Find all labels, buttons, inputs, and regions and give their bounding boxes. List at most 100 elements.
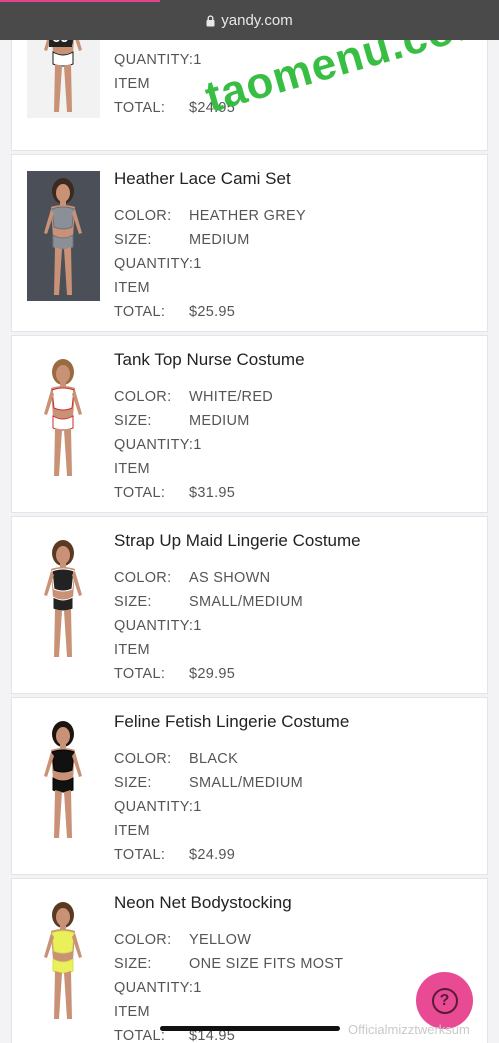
product-title[interactable]: Heather Lace Cami Set xyxy=(114,169,291,189)
detail-row: ITEM xyxy=(114,276,306,300)
detail-label: COLOR: xyxy=(114,208,172,224)
detail-label: COLOR: xyxy=(114,389,172,405)
detail-value: ONE SIZE FITS MOST xyxy=(189,956,344,972)
detail-row: TOTAL: $24.99 xyxy=(114,843,303,867)
order-item-list: 69SIZE:ONE SIZE FITS MOSTQUANTITY:1ITEMT… xyxy=(11,40,488,1043)
detail-value: SMALL/MEDIUM xyxy=(189,594,303,610)
detail-row: TOTAL: $25.95 xyxy=(114,300,306,324)
product-title[interactable]: Tank Top Nurse Costume xyxy=(114,350,305,370)
product-thumbnail[interactable] xyxy=(27,533,100,663)
detail-row: ITEM xyxy=(114,638,303,662)
page-load-indicator xyxy=(0,0,160,2)
order-item-card[interactable]: Neon Net Bodystocking COLOR: YELLOW SIZE: ON… xyxy=(11,878,488,1043)
help-button[interactable]: ? xyxy=(416,972,473,1029)
detail-label: QUANTITY: xyxy=(114,980,194,996)
detail-label: QUANTITY: xyxy=(114,799,194,815)
detail-row: ITEM xyxy=(114,819,303,843)
detail-label: ITEM xyxy=(114,461,150,477)
product-thumbnail[interactable] xyxy=(27,714,100,844)
detail-label: ITEM xyxy=(114,642,150,658)
product-thumbnail[interactable] xyxy=(27,895,100,1025)
detail-row: QUANTITY:1 xyxy=(114,252,306,276)
credit-watermark: Officialmizztwerksum xyxy=(348,1022,470,1037)
detail-label: QUANTITY: xyxy=(114,618,194,634)
detail-row: SIZE: SMALL/MEDIUM xyxy=(114,590,303,614)
product-details: COLOR: HEATHER GREY SIZE: MEDIUM QUANTITY:1 I… xyxy=(114,204,306,324)
detail-label: TOTAL: xyxy=(114,666,166,682)
detail-label: TOTAL: xyxy=(114,485,166,501)
detail-row: QUANTITY:1 xyxy=(114,433,273,457)
detail-value: 1 xyxy=(193,618,202,634)
detail-row: SIZE: SMALL/MEDIUM xyxy=(114,771,303,795)
detail-value: $25.95 xyxy=(189,304,236,320)
product-details: COLOR: WHITE/RED SIZE: MEDIUM QUANTITY:1 ITEM… xyxy=(114,385,273,505)
detail-value: HEATHER GREY xyxy=(189,208,306,224)
detail-value: $24.99 xyxy=(189,847,236,863)
detail-value: $31.95 xyxy=(189,485,236,501)
lock-icon xyxy=(206,15,215,27)
product-details: COLOR: AS SHOWN SIZE: SMALL/MEDIUM QUANTITY:… xyxy=(114,566,303,686)
jersey-number: 69 xyxy=(49,40,72,47)
detail-row: COLOR: WHITE/RED xyxy=(114,385,273,409)
detail-value: 1 xyxy=(193,256,202,272)
detail-label: COLOR: xyxy=(114,932,172,948)
question-mark-icon: ? xyxy=(431,987,458,1014)
detail-value: SMALL/MEDIUM xyxy=(189,775,303,791)
detail-row: COLOR: HEATHER GREY xyxy=(114,204,306,228)
detail-row: QUANTITY:1 xyxy=(114,976,343,1000)
detail-row: ITEM xyxy=(114,1000,343,1024)
detail-label: TOTAL: xyxy=(114,100,166,116)
order-items-page[interactable]: 69SIZE:ONE SIZE FITS MOSTQUANTITY:1ITEMT… xyxy=(0,40,499,1043)
detail-label: ITEM xyxy=(114,823,150,839)
detail-row: SIZE: MEDIUM xyxy=(114,409,273,433)
detail-value: MEDIUM xyxy=(189,413,250,429)
order-item-card[interactable]: Heather Lace Cami Set COLOR: HEATHER GREY S… xyxy=(11,154,488,332)
detail-row: COLOR: BLACK xyxy=(114,747,303,771)
detail-label: QUANTITY: xyxy=(114,52,194,68)
detail-label: ITEM xyxy=(114,1004,150,1020)
product-thumbnail[interactable] xyxy=(27,352,100,482)
product-title[interactable]: Neon Net Bodystocking xyxy=(114,893,292,913)
order-item-card[interactable]: Tank Top Nurse Costume COLOR: WHITE/RED SIZ… xyxy=(11,335,488,513)
detail-row: COLOR: YELLOW xyxy=(114,928,343,952)
browser-url-bar[interactable]: yandy.com xyxy=(0,0,499,40)
detail-row: SIZE: ONE SIZE FITS MOST xyxy=(114,952,343,976)
detail-label: SIZE: xyxy=(114,40,189,48)
detail-label: QUANTITY: xyxy=(114,256,194,272)
home-indicator[interactable] xyxy=(160,1026,340,1031)
detail-label: TOTAL: xyxy=(114,847,166,863)
detail-row: TOTAL: $31.95 xyxy=(114,481,273,505)
detail-value: YELLOW xyxy=(189,932,252,948)
detail-row: ITEM xyxy=(114,457,273,481)
url-text: yandy.com xyxy=(221,11,293,29)
detail-value: MEDIUM xyxy=(189,232,250,248)
product-title[interactable]: Feline Fetish Lingerie Costume xyxy=(114,712,349,732)
product-title[interactable]: Strap Up Maid Lingerie Costume xyxy=(114,531,361,551)
detail-value: WHITE/RED xyxy=(189,389,274,405)
detail-value: AS SHOWN xyxy=(189,570,271,586)
detail-value: BLACK xyxy=(189,751,239,767)
detail-label: SIZE: xyxy=(114,413,152,429)
detail-label: SIZE: xyxy=(114,775,152,791)
detail-value: 1 xyxy=(193,437,202,453)
detail-value: 1 xyxy=(193,799,202,815)
detail-row: TOTAL: $29.95 xyxy=(114,662,303,686)
detail-value: 1 xyxy=(193,52,202,68)
product-thumbnail[interactable]: 69 xyxy=(27,40,100,118)
detail-row: QUANTITY:1 xyxy=(114,795,303,819)
detail-row: QUANTITY:1 xyxy=(114,614,303,638)
detail-label: ITEM xyxy=(114,76,150,92)
detail-value: $29.95 xyxy=(189,666,236,682)
detail-row: COLOR: AS SHOWN xyxy=(114,566,303,590)
detail-value: 1 xyxy=(193,980,202,996)
detail-label: ITEM xyxy=(114,280,150,296)
order-item-card[interactable]: Feline Fetish Lingerie Costume COLOR: BLAC… xyxy=(11,697,488,875)
detail-label: COLOR: xyxy=(114,751,172,767)
product-thumbnail[interactable] xyxy=(27,171,100,301)
order-item-card[interactable]: Strap Up Maid Lingerie Costume COLOR: AS S… xyxy=(11,516,488,694)
product-details: COLOR: BLACK SIZE: SMALL/MEDIUM QUANTITY:1 IT… xyxy=(114,747,303,867)
detail-label: SIZE: xyxy=(114,594,152,610)
detail-label: SIZE: xyxy=(114,956,152,972)
detail-row: SIZE: MEDIUM xyxy=(114,228,306,252)
detail-label: QUANTITY: xyxy=(114,437,194,453)
